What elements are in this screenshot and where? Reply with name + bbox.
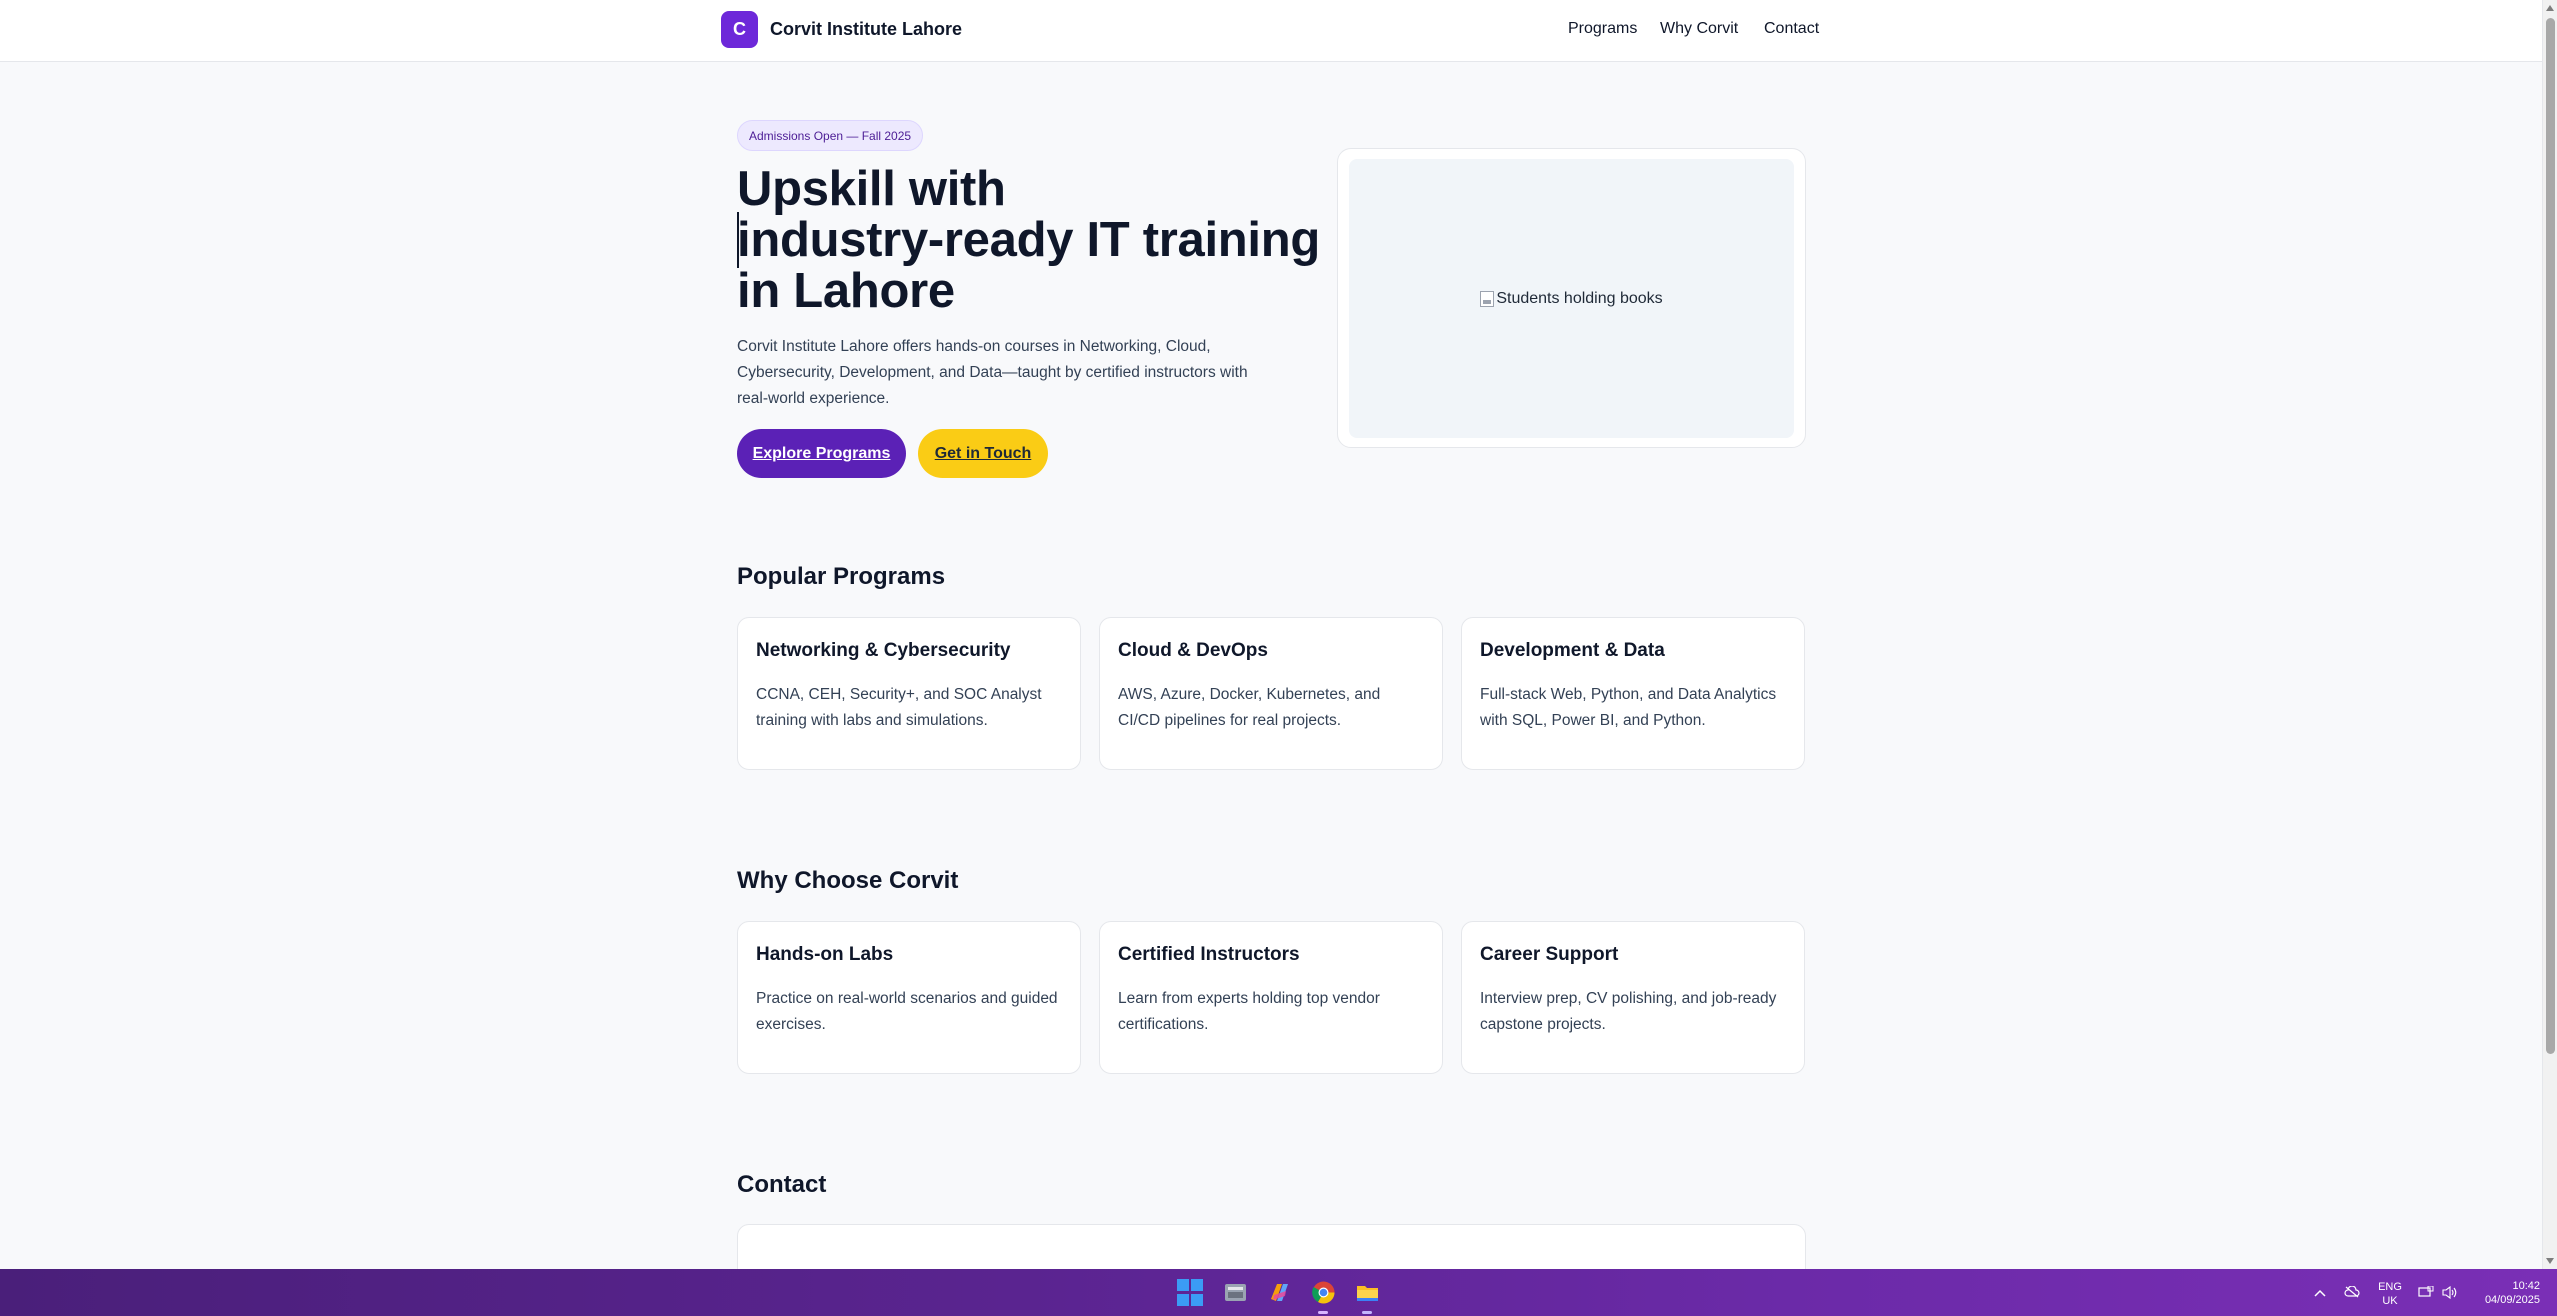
feature-card: Hands-on Labs Practice on real-world sce… <box>737 921 1081 1074</box>
clock-time: 10:42 <box>2512 1280 2540 1292</box>
feature-card: Certified Instructors Learn from experts… <box>1099 921 1443 1074</box>
scroll-up-icon[interactable] <box>2546 5 2554 11</box>
hero-description: Corvit Institute Lahore offers hands-on … <box>737 338 1248 407</box>
hero-title-line: Upskill with <box>737 162 1006 216</box>
nav-link-programs[interactable]: Programs <box>1568 20 1637 38</box>
open-app-indicator <box>1362 1311 1372 1314</box>
broken-image-icon <box>1480 290 1495 307</box>
network-icon[interactable] <box>2418 1285 2434 1302</box>
region-code: UK <box>2382 1295 2398 1307</box>
file-explorer-icon[interactable] <box>1354 1279 1381 1306</box>
program-card-text: AWS, Azure, Docker, Kubernetes, and CI/C… <box>1118 686 1381 729</box>
clock-date: 04/09/2025 <box>2484 1294 2540 1306</box>
feature-card-text: Practice on real-world scenarios and gui… <box>756 990 1058 1033</box>
clock[interactable]: 10:42 04/09/2025 <box>2470 1279 2540 1307</box>
nav-link-contact[interactable]: Contact <box>1764 20 1819 38</box>
scrollbar-thumb[interactable] <box>2546 18 2555 1054</box>
get-in-touch-button[interactable]: Get in Touch <box>918 429 1048 478</box>
chrome-icon[interactable] <box>1310 1279 1337 1306</box>
hero-title: Upskill with industry-ready IT training … <box>737 164 1337 317</box>
copilot-icon[interactable] <box>1266 1279 1293 1306</box>
browser-viewport: C Corvit Institute Lahore Programs Why C… <box>0 0 2557 1269</box>
brand-logo-icon: C <box>721 11 758 48</box>
explore-programs-button[interactable]: Explore Programs <box>737 429 906 478</box>
brand-name: Corvit Institute Lahore <box>770 19 963 39</box>
broken-image: Students holding books <box>1480 289 1663 308</box>
program-card[interactable]: Networking & Cybersecurity CCNA, CEH, Se… <box>737 617 1081 770</box>
hero-image-card: Students holding books <box>1337 148 1806 448</box>
windows-start-icon[interactable] <box>1177 1279 1204 1306</box>
text-caret <box>737 212 739 268</box>
program-card-title: Networking & Cybersecurity <box>756 640 1011 661</box>
language-code: ENG <box>2378 1281 2402 1293</box>
feature-card-title: Certified Instructors <box>1118 944 1300 965</box>
language-indicator[interactable]: ENG UK <box>2377 1280 2403 1308</box>
program-card[interactable]: Cloud & DevOps AWS, Azure, Docker, Kuber… <box>1099 617 1443 770</box>
program-card-title: Development & Data <box>1480 640 1665 661</box>
program-card-text: Full-stack Web, Python, and Data Analyti… <box>1480 686 1777 729</box>
active-app-indicator <box>1318 1311 1328 1314</box>
scroll-down-icon[interactable] <box>2546 1258 2554 1264</box>
site-header: C Corvit Institute Lahore Programs Why C… <box>0 0 2542 62</box>
page-scrollbar[interactable] <box>2542 0 2557 1269</box>
contact-section-title: Contact <box>737 1171 827 1198</box>
volume-icon[interactable] <box>2442 1285 2458 1302</box>
image-alt-text: Students holding books <box>1496 289 1663 307</box>
cloud-offline-icon[interactable] <box>2344 1285 2360 1301</box>
feature-card-title: Career Support <box>1480 944 1619 965</box>
feature-card-text: Interview prep, CV polishing, and job-re… <box>1480 990 1777 1033</box>
hero-title-line: industry-ready IT training <box>737 213 1320 267</box>
feature-card: Career Support Interview prep, CV polish… <box>1461 921 1805 1074</box>
hero-title-line: in Lahore <box>737 264 955 318</box>
why-section-title: Why Choose Corvit <box>737 867 959 894</box>
brand[interactable]: C Corvit Institute Lahore <box>721 11 962 48</box>
file-manager-icon[interactable] <box>1222 1279 1249 1306</box>
nav-link-why-corvit[interactable]: Why Corvit <box>1660 20 1738 38</box>
chevron-up-icon[interactable] <box>2314 1286 2326 1301</box>
programs-section-title: Popular Programs <box>737 563 946 590</box>
admissions-badge: Admissions Open — Fall 2025 <box>737 120 924 151</box>
feature-card-title: Hands-on Labs <box>756 944 894 965</box>
program-card[interactable]: Development & Data Full-stack Web, Pytho… <box>1461 617 1805 770</box>
program-card-text: CCNA, CEH, Security+, and SOC Analyst tr… <box>756 686 1042 729</box>
contact-card <box>737 1224 1806 1269</box>
windows-taskbar: ENG UK 10:42 04/09/2025 <box>0 1269 2557 1316</box>
program-card-title: Cloud & DevOps <box>1118 640 1268 661</box>
hero-image: Students holding books <box>1349 159 1794 438</box>
feature-card-text: Learn from experts holding top vendor ce… <box>1118 990 1380 1033</box>
